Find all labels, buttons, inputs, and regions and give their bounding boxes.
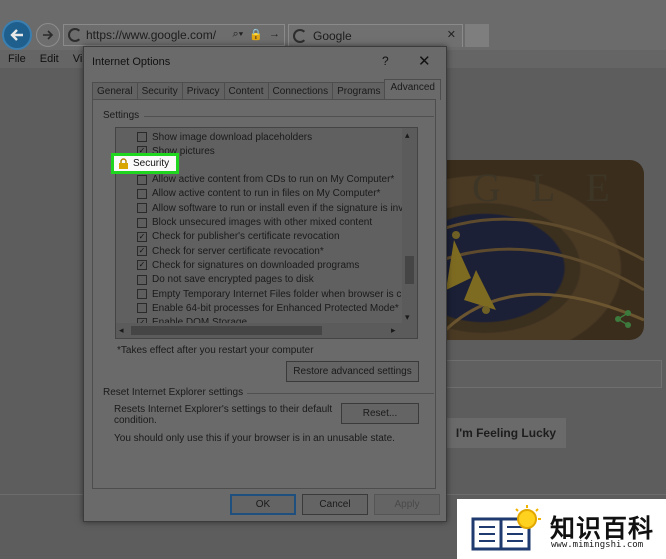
cancel-button[interactable]: Cancel <box>302 494 368 515</box>
tab-content[interactable]: Content <box>223 82 269 100</box>
help-button[interactable]: ? <box>382 54 389 68</box>
scroll-right-icon[interactable]: ▸ <box>391 325 396 336</box>
menu-view[interactable]: Vi <box>73 53 83 65</box>
setting-checkbox[interactable] <box>137 289 147 299</box>
horizontal-scroll-thumb[interactable] <box>131 326 322 335</box>
restore-advanced-settings-button[interactable]: Restore advanced settings <box>286 361 419 382</box>
security-category-label: Security <box>133 158 170 169</box>
forward-arrow-icon <box>43 30 54 40</box>
reset-button[interactable]: Reset... <box>341 403 419 424</box>
apply-button[interactable]: Apply <box>374 494 440 515</box>
setting-row[interactable]: Enable 64-bit processes for Enhanced Pro… <box>137 301 399 315</box>
setting-checkbox[interactable]: ✓ <box>137 260 147 271</box>
book-bulb-logo-icon <box>471 505 541 551</box>
google-favicon-icon <box>68 28 82 42</box>
setting-label: Empty Temporary Internet Files folder wh… <box>152 288 410 300</box>
tab-general[interactable]: General <box>92 82 138 100</box>
reset-group-label: Reset Internet Explorer settings <box>103 387 244 398</box>
site-watermark: 知识百科 www.mimingshi.com <box>457 499 666 559</box>
setting-checkbox[interactable] <box>137 217 147 228</box>
back-arrow-icon <box>10 29 23 41</box>
restart-note: *Takes effect after you restart your com… <box>117 345 314 356</box>
search-icon[interactable]: ⌕▾ <box>233 28 244 41</box>
setting-label: Block unsecured images with other mixed … <box>152 217 373 228</box>
watermark-url: www.mimingshi.com <box>551 540 644 550</box>
address-bar[interactable]: https://www.google.com/ ⌕▾ 🔒 → <box>63 24 285 46</box>
setting-row[interactable]: ✓ Check for publisher's certificate revoc… <box>137 230 340 244</box>
setting-label: Check for server certificate revocation* <box>152 245 324 257</box>
setting-checkbox[interactable] <box>137 174 147 185</box>
setting-label: Show image download placeholders <box>152 131 313 143</box>
setting-checkbox[interactable] <box>137 203 147 214</box>
setting-checkbox[interactable] <box>137 303 147 314</box>
setting-label: Allow active content to run in files on … <box>152 188 381 200</box>
setting-checkbox[interactable]: ✓ <box>137 231 147 242</box>
security-category-highlight[interactable]: Security <box>111 153 179 174</box>
settings-group-line <box>144 116 434 117</box>
setting-label: Do not save encrypted pages to disk <box>152 274 314 286</box>
scroll-up-icon[interactable]: ▴ <box>405 130 410 141</box>
doodle-art-icon <box>416 217 644 340</box>
setting-checkbox[interactable] <box>137 132 147 142</box>
setting-row[interactable]: Allow software to run or install even if… <box>137 201 409 215</box>
setting-checkbox[interactable] <box>137 188 147 199</box>
setting-label: Check for publisher's certificate revoca… <box>152 231 340 243</box>
setting-row[interactable]: ✓ Check for server certificate revocation… <box>137 244 324 258</box>
google-favicon-icon <box>293 29 307 43</box>
feeling-lucky-button[interactable]: I'm Feeling Lucky <box>446 418 566 448</box>
menu-edit[interactable]: Edit <box>40 53 59 65</box>
dialog-title: Internet Options <box>92 56 171 68</box>
settings-group-label: Settings <box>103 110 140 121</box>
tab-programs[interactable]: Programs <box>332 82 386 100</box>
setting-row[interactable]: Show image download placeholders <box>137 130 312 144</box>
browser-toolbar: https://www.google.com/ ⌕▾ 🔒 → Google ✕ <box>0 0 666 50</box>
setting-checkbox[interactable] <box>137 274 147 285</box>
close-icon[interactable]: ✕ <box>418 52 431 70</box>
tab-close-icon[interactable]: ✕ <box>447 28 456 41</box>
google-search-input[interactable] <box>416 360 662 388</box>
reset-group-line <box>247 393 434 394</box>
ok-button[interactable]: OK <box>230 494 296 515</box>
back-button[interactable] <box>2 20 32 50</box>
refresh-icon[interactable]: → <box>269 28 280 41</box>
reset-warning: You should only use this if your browser… <box>114 433 395 444</box>
scroll-left-icon[interactable]: ◂ <box>119 325 124 336</box>
menu-file[interactable]: File <box>8 53 26 65</box>
new-tab-button[interactable] <box>465 24 489 47</box>
setting-row[interactable]: Block unsecured images with other mixed … <box>137 216 372 230</box>
scroll-down-icon[interactable]: ▾ <box>405 312 410 323</box>
setting-label: Enable 64-bit processes for Enhanced Pro… <box>152 302 399 314</box>
tab-privacy[interactable]: Privacy <box>181 82 225 100</box>
dialog-tabs: General Security Privacy Content Connect… <box>92 79 441 100</box>
lock-icon[interactable]: 🔒 <box>249 28 263 41</box>
lock-icon <box>119 158 128 169</box>
setting-row[interactable]: Empty Temporary Internet Files folder wh… <box>137 287 409 301</box>
vertical-scrollbar[interactable]: ▴ ▾ <box>402 128 417 324</box>
setting-row[interactable]: ✓ Check for signatures on downloaded prog… <box>137 258 359 272</box>
horizontal-scrollbar[interactable]: ◂ ▸ <box>116 323 417 338</box>
browser-tab[interactable]: Google ✕ <box>288 24 463 47</box>
setting-row[interactable]: Allow active content to run in files on … <box>137 187 380 201</box>
setting-row[interactable]: Do not save encrypted pages to disk <box>137 273 314 287</box>
setting-label: Allow active content from CDs to run on … <box>152 174 395 186</box>
setting-row[interactable]: Allow active content from CDs to run on … <box>137 173 394 187</box>
tab-advanced[interactable]: Advanced <box>384 79 441 100</box>
forward-button[interactable] <box>36 23 60 47</box>
tab-connections[interactable]: Connections <box>267 82 334 100</box>
share-icon[interactable] <box>614 310 632 328</box>
tab-security[interactable]: Security <box>136 82 183 100</box>
tab-title: Google <box>313 29 352 43</box>
google-doodle[interactable]: GLE <box>416 160 644 340</box>
vertical-scroll-thumb[interactable] <box>405 256 414 284</box>
address-actions: ⌕▾ 🔒 → <box>233 28 280 41</box>
reset-description: Resets Internet Explorer's settings to t… <box>114 404 333 415</box>
setting-label: Allow software to run or install even if… <box>152 202 409 214</box>
setting-label: Check for signatures on downloaded progr… <box>152 259 360 271</box>
setting-checkbox[interactable]: ✓ <box>137 246 147 257</box>
address-text: https://www.google.com/ <box>86 28 217 42</box>
reset-description-2: condition. <box>114 415 157 426</box>
